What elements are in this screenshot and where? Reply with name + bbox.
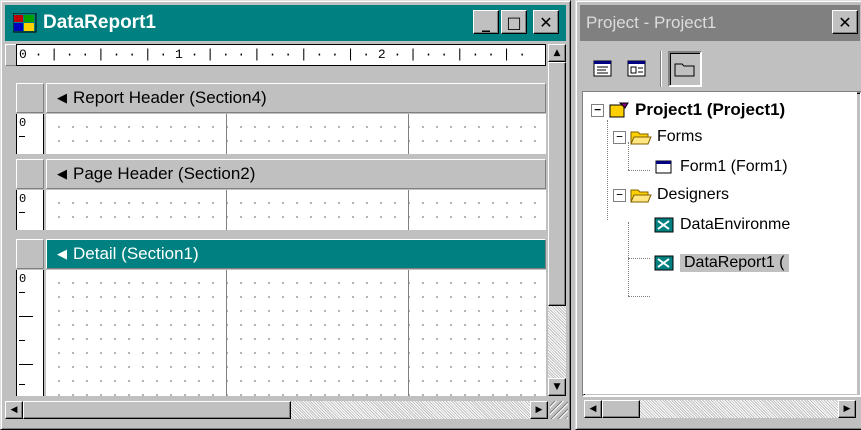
datareport-titlebar[interactable]: DataReport1 _ □ ✕ [5, 5, 566, 41]
view-object-button[interactable] [622, 54, 652, 84]
view-code-button[interactable] [588, 54, 618, 84]
folder-open-icon [630, 186, 652, 204]
size-grip[interactable] [550, 401, 568, 419]
maximize-button[interactable]: □ [501, 10, 527, 34]
section-arrow-icon: ◀ [57, 246, 67, 262]
tree-node-designers[interactable]: − Designers [613, 186, 729, 204]
ruler-text: 0 · | · · | · · | · 1 · | · · | · · | · … [19, 47, 527, 62]
vruler-zero: 0 [19, 272, 27, 286]
folder-icon [674, 63, 695, 77]
scroll-up-button[interactable]: ▲ [548, 44, 566, 62]
report-app-icon [12, 12, 37, 33]
tree-node-dataenvironment[interactable]: DataEnvironme [653, 216, 790, 234]
collapse-icon[interactable]: − [613, 130, 626, 144]
scroll-right-button[interactable]: ▶ [838, 400, 856, 418]
section-report-header[interactable]: ◀ Report Header (Section4) [46, 83, 546, 113]
scroll-right-button[interactable]: ▶ [530, 401, 548, 419]
vertical-ruler-section4: 0 [16, 114, 44, 154]
section-gutter [16, 83, 44, 113]
scroll-down-button[interactable]: ▼ [548, 378, 566, 396]
collapse-icon[interactable]: − [591, 103, 604, 117]
vruler-zero: 0 [19, 192, 27, 206]
project-tree[interactable]: − Project1 (Project1) − Forms Form1 (For… [583, 92, 857, 394]
tree-node-form1[interactable]: Form1 (Form1) [653, 158, 788, 176]
section-label: Detail (Section1) [73, 244, 199, 263]
project-titlebar[interactable]: Project - Project1 ✕ [580, 5, 860, 41]
datareport-title: DataReport1 [43, 12, 156, 33]
collapse-icon[interactable]: − [613, 188, 626, 202]
section-page-header[interactable]: ◀ Page Header (Section2) [46, 159, 546, 189]
minimize-button[interactable]: _ [473, 10, 499, 34]
arrow-left-icon: ◀ [589, 404, 597, 414]
toggle-folders-button[interactable] [668, 51, 702, 87]
minimize-icon: _ [482, 12, 490, 32]
designer-icon [653, 254, 675, 272]
section-label: Report Header (Section4) [73, 88, 267, 107]
vertical-ruler-section1: 0 [16, 270, 44, 396]
vertical-ruler-section2: 0 [16, 190, 44, 230]
scroll-left-button[interactable]: ◀ [584, 400, 602, 418]
vertical-scrollbar[interactable]: ▲ ▼ [548, 44, 566, 396]
tree-label-form1: Form1 (Form1) [680, 158, 788, 175]
folder-open-icon [630, 128, 652, 146]
project-title: Project - Project1 [586, 13, 717, 32]
maximize-icon: □ [506, 12, 522, 32]
section-gutter [16, 159, 44, 189]
section-arrow-icon: ◀ [57, 166, 67, 182]
page-header-band[interactable] [46, 190, 546, 230]
tree-node-forms[interactable]: − Forms [613, 128, 702, 146]
datareport-window: DataReport1 _ □ ✕ 0 · | · · | · · | · 1 … [0, 0, 571, 430]
detail-band[interactable] [46, 270, 546, 396]
project-close-button[interactable]: ✕ [832, 10, 858, 34]
arrow-down-icon: ▼ [553, 382, 561, 392]
hscroll-thumb[interactable] [602, 400, 640, 418]
vruler-zero: 0 [19, 116, 27, 130]
section-gutter [16, 239, 44, 269]
view-code-icon [593, 60, 612, 77]
section-arrow-icon: ◀ [57, 90, 67, 106]
form-icon [653, 158, 675, 176]
tree-label-datareport: DataReport1 ( [680, 254, 789, 272]
project-horizontal-scrollbar[interactable]: ◀ ▶ [584, 400, 856, 418]
view-object-icon [627, 60, 646, 77]
horizontal-scrollbar[interactable]: ◀ ▶ [5, 401, 548, 419]
tree-label-project: Project1 (Project1) [635, 100, 786, 119]
arrow-up-icon: ▲ [553, 48, 561, 58]
horizontal-ruler: 0 · | · · | · · | · 1 · | · · | · · | · … [16, 44, 546, 66]
section-detail[interactable]: ◀ Detail (Section1) [46, 239, 546, 269]
close-button[interactable]: ✕ [533, 10, 559, 34]
tree-label-dataenvironment: DataEnvironme [680, 216, 791, 233]
toolbar-separator [660, 51, 662, 87]
close-icon: ✕ [539, 12, 553, 32]
close-icon: ✕ [838, 12, 852, 32]
hscroll-thumb[interactable] [23, 401, 291, 419]
project-icon [608, 101, 630, 119]
arrow-right-icon: ▶ [535, 405, 543, 415]
tree-node-datareport[interactable]: DataReport1 ( [653, 254, 789, 272]
scroll-left-button[interactable]: ◀ [5, 401, 23, 419]
tree-node-project[interactable]: − Project1 (Project1) [591, 100, 785, 120]
scroll-thumb[interactable] [548, 62, 566, 306]
arrow-left-icon: ◀ [10, 405, 18, 415]
arrow-right-icon: ▶ [843, 404, 851, 414]
section-label: Page Header (Section2) [73, 164, 256, 183]
designer-icon [653, 216, 675, 234]
report-header-band[interactable] [46, 114, 546, 154]
tree-label-forms: Forms [657, 128, 703, 145]
tree-label-designers: Designers [657, 186, 730, 203]
